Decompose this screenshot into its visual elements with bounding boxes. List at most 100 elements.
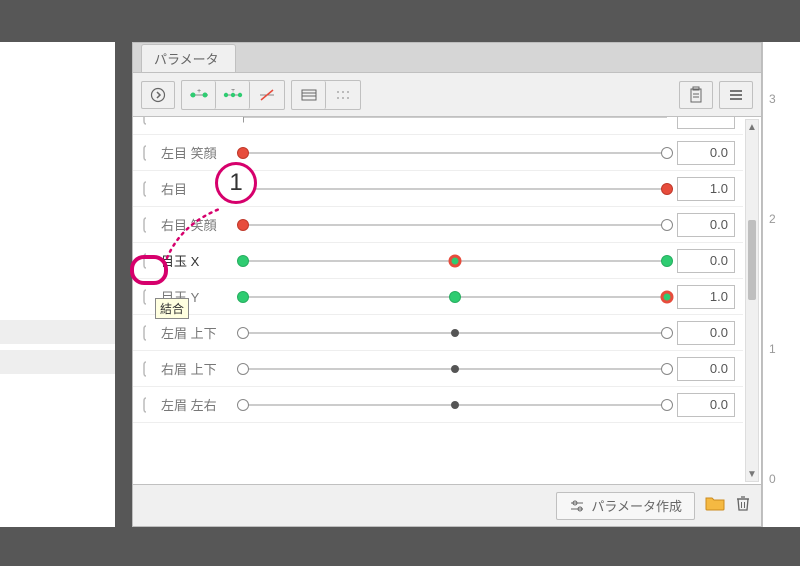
- parameter-value-input[interactable]: [677, 393, 735, 417]
- slider-key[interactable]: [237, 363, 249, 375]
- parameter-panel: パラメータ + +: [132, 42, 762, 527]
- parameter-toolbar: + +: [133, 73, 761, 117]
- slider-key[interactable]: [661, 290, 674, 303]
- parameter-slider[interactable]: [237, 207, 677, 243]
- chevron-right-circle-icon: [150, 87, 166, 103]
- parameter-row[interactable]: [133, 117, 743, 135]
- link-handle-icon[interactable]: [141, 214, 155, 236]
- parameter-row[interactable]: 右目 笑顔: [133, 207, 743, 243]
- ruler-tick: 3: [769, 92, 776, 106]
- left-dock-item: [0, 320, 115, 344]
- parameter-value-input[interactable]: [677, 321, 735, 345]
- left-dock-item: [0, 350, 115, 374]
- parameter-value-input[interactable]: [677, 285, 735, 309]
- folder-icon[interactable]: [705, 495, 725, 516]
- parameter-slider[interactable]: [237, 387, 677, 423]
- slider-key[interactable]: [661, 255, 673, 267]
- slider-key[interactable]: [237, 219, 249, 231]
- annotation-number-badge: 1: [215, 162, 257, 204]
- slider-key[interactable]: [451, 365, 459, 373]
- create-parameter-label: パラメータ作成: [591, 496, 682, 515]
- parameter-slider[interactable]: [237, 117, 677, 135]
- add-2-keys-button[interactable]: +: [182, 81, 216, 109]
- scroll-up-icon[interactable]: ▲: [746, 120, 758, 134]
- annotation-highlight-ring: [130, 255, 168, 285]
- parameter-slider[interactable]: [237, 171, 677, 207]
- list-mode-button[interactable]: [292, 81, 326, 109]
- ruler-right: 3 2 1 0: [762, 42, 800, 527]
- slider-key[interactable]: [661, 183, 673, 195]
- menu-button[interactable]: [719, 81, 753, 109]
- slider-key[interactable]: [661, 399, 673, 411]
- parameter-value-input[interactable]: [677, 249, 735, 273]
- tab-strip: パラメータ: [133, 43, 761, 73]
- slider-key[interactable]: [451, 329, 459, 337]
- remove-keys-button[interactable]: [250, 81, 284, 109]
- link-handle-icon[interactable]: [141, 358, 155, 380]
- parameter-row[interactable]: 目玉 Y: [133, 279, 743, 315]
- parameter-value-input[interactable]: [677, 213, 735, 237]
- parameter-slider[interactable]: [237, 279, 677, 315]
- parameter-row[interactable]: 右眉 上下: [133, 351, 743, 387]
- ruler-tick: 1: [769, 342, 776, 356]
- three-dots-icon: +: [222, 89, 244, 101]
- link-handle-icon[interactable]: [141, 142, 155, 164]
- grid-dots-icon: [334, 88, 352, 102]
- list-icon: [300, 88, 318, 102]
- link-handle-icon[interactable]: [141, 117, 155, 128]
- scroll-down-icon[interactable]: ▼: [746, 467, 758, 481]
- grid-mode-button[interactable]: [326, 81, 360, 109]
- link-handle-icon[interactable]: [141, 394, 155, 416]
- key-tools-group: + +: [181, 80, 285, 110]
- expand-button[interactable]: [141, 81, 175, 109]
- link-handle-icon[interactable]: [141, 178, 155, 200]
- slider-key[interactable]: [237, 147, 249, 159]
- svg-text:+: +: [196, 89, 200, 95]
- slider-key[interactable]: [661, 363, 673, 375]
- slider-key[interactable]: [237, 291, 249, 303]
- parameter-label: 左目 笑顔: [161, 143, 237, 162]
- parameter-row[interactable]: 左眉 左右: [133, 387, 743, 423]
- parameter-slider[interactable]: [237, 315, 677, 351]
- clipboard-icon: [688, 86, 704, 104]
- trash-icon[interactable]: [735, 494, 751, 517]
- ruler-tick: 2: [769, 212, 776, 226]
- slider-key[interactable]: [237, 327, 249, 339]
- slider-key[interactable]: [661, 327, 673, 339]
- parameter-label: 左眉 上下: [161, 323, 237, 342]
- tooltip: 結合: [155, 298, 189, 319]
- create-parameter-button[interactable]: パラメータ作成: [556, 492, 695, 520]
- hamburger-icon: [728, 88, 744, 102]
- parameter-row[interactable]: 目玉 X: [133, 243, 743, 279]
- two-dots-icon: +: [188, 89, 210, 101]
- parameter-value-input[interactable]: [677, 117, 735, 129]
- link-handle-icon[interactable]: [141, 286, 155, 308]
- parameter-row[interactable]: 左眉 上下: [133, 315, 743, 351]
- slider-key[interactable]: [237, 399, 249, 411]
- display-tools-group: [291, 80, 361, 110]
- parameter-value-input[interactable]: [677, 141, 735, 165]
- slider-key[interactable]: [661, 147, 673, 159]
- link-handle-icon[interactable]: [141, 322, 155, 344]
- slider-key[interactable]: [449, 291, 461, 303]
- scroll-thumb[interactable]: [748, 220, 756, 300]
- parameter-value-input[interactable]: [677, 177, 735, 201]
- parameter-value-input[interactable]: [677, 357, 735, 381]
- parameter-label: 左眉 左右: [161, 395, 237, 414]
- left-dock-bg: [0, 42, 115, 527]
- add-3-keys-button[interactable]: +: [216, 81, 250, 109]
- parameter-slider[interactable]: [237, 135, 677, 171]
- sliders-icon: [569, 499, 585, 513]
- slider-key[interactable]: [661, 219, 673, 231]
- clipboard-button[interactable]: [679, 81, 713, 109]
- vertical-scrollbar[interactable]: ▲ ▼: [745, 119, 759, 482]
- parameter-label: 右目 笑顔: [161, 215, 237, 234]
- slider-key[interactable]: [449, 254, 462, 267]
- parameter-slider[interactable]: [237, 243, 677, 279]
- slider-key[interactable]: [451, 401, 459, 409]
- panel-footer: パラメータ作成: [133, 484, 761, 526]
- tab-parameters[interactable]: パラメータ: [141, 44, 236, 72]
- parameter-slider[interactable]: [237, 351, 677, 387]
- slider-key[interactable]: [237, 255, 249, 267]
- parameter-label: 目玉 X: [161, 251, 237, 270]
